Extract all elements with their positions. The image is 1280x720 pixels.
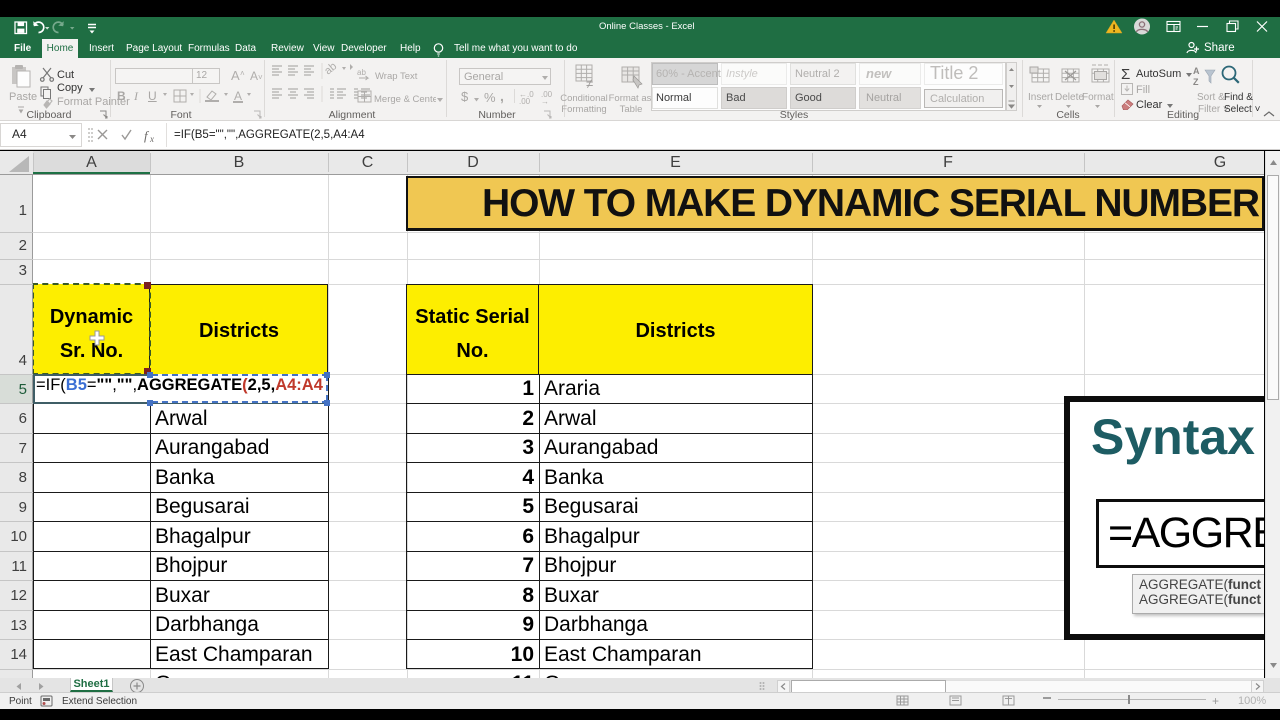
svg-text:→: → <box>541 97 549 106</box>
svg-text:.00: .00 <box>519 97 531 106</box>
svg-text:˄: ˄ <box>240 69 245 78</box>
svg-text:˅: ˅ <box>258 73 263 82</box>
svg-text:x: x <box>149 134 154 144</box>
svg-text:A: A <box>1193 66 1200 76</box>
svg-text:A: A <box>250 69 258 83</box>
svg-text:A: A <box>234 89 242 103</box>
svg-text:ab: ab <box>357 68 366 77</box>
svg-text:Z: Z <box>1193 77 1199 87</box>
svg-text:ab: ab <box>322 60 339 77</box>
svg-text:≠: ≠ <box>586 76 593 90</box>
svg-text:A: A <box>231 68 240 83</box>
